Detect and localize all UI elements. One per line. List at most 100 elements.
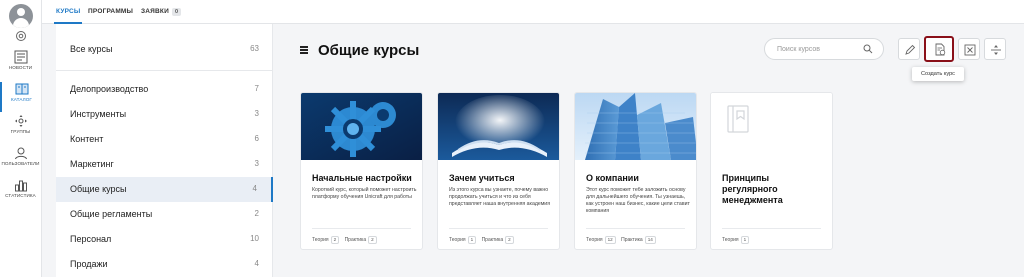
course-title: Зачем учиться	[449, 173, 515, 183]
theory-label: Теория	[722, 237, 739, 243]
nav-label: СТАТИСТИКА	[5, 193, 36, 198]
tab-programs[interactable]: ПРОГРАММЫ	[88, 8, 133, 15]
news-icon	[14, 50, 27, 64]
edit-button[interactable]	[898, 38, 920, 60]
pencil-icon	[905, 44, 916, 55]
divider	[586, 228, 685, 229]
statistics-icon	[14, 180, 27, 192]
practice-count: 2	[505, 236, 514, 244]
nav-label: НОВОСТИ	[8, 65, 33, 70]
category-name: Маркетинг	[70, 159, 114, 169]
theory-label: Теория	[449, 237, 466, 243]
category-item[interactable]: Продажи 4	[56, 252, 273, 277]
category-item[interactable]: Инструменты 3	[56, 102, 273, 127]
course-title: О компании	[586, 173, 639, 183]
settings-icon[interactable]	[15, 30, 27, 42]
theory-count: 12	[604, 236, 616, 244]
category-count: 2	[254, 209, 259, 218]
course-card[interactable]: Начальные настройки Короткий курс, котор…	[300, 92, 423, 250]
theory-count: 1	[467, 236, 477, 244]
tab-label: ПРОГРАММЫ	[88, 8, 134, 15]
app: НОВОСТИ КАТАЛОГ ГРУППЫ ПОЛЬЗОВАТЕЛИ СТАТ…	[0, 0, 1024, 277]
practice-label: Практика	[481, 237, 504, 243]
course-title: Принципы регулярного менеджмента	[722, 173, 783, 205]
category-name: Контент	[70, 134, 104, 144]
import-button[interactable]	[958, 38, 980, 60]
category-count: 7	[254, 84, 259, 93]
divider	[722, 228, 821, 229]
tab-requests[interactable]: ЗАЯВКИ 0	[141, 8, 182, 16]
nav-item-news[interactable]: НОВОСТИ	[0, 50, 41, 80]
category-item[interactable]: Общие регламенты 2	[56, 202, 273, 227]
divider	[449, 228, 548, 229]
nav-label: ГРУППЫ	[10, 129, 31, 134]
users-icon	[14, 147, 27, 160]
avatar[interactable]	[9, 4, 33, 28]
category-count: 3	[254, 109, 259, 118]
course-image-placeholder	[711, 93, 832, 160]
top-tabs: КУРСЫ ПРОГРАММЫ ЗАЯВКИ 0	[42, 0, 1024, 24]
category-name: Делопроизводство	[70, 84, 149, 94]
excel-icon	[964, 44, 976, 56]
course-title: Начальные настройки	[312, 173, 412, 183]
category-item-selected[interactable]: Общие курсы 4	[56, 177, 273, 202]
category-name: Инструменты	[70, 109, 127, 119]
course-meta: Теория 1	[722, 236, 753, 244]
category-name: Продажи	[70, 259, 108, 269]
category-count: 63	[250, 44, 259, 53]
catalog-icon	[15, 83, 28, 95]
category-name: Общие регламенты	[70, 209, 153, 219]
search-input[interactable]	[777, 44, 857, 55]
course-meta: Теория 2 Практика 2	[312, 236, 381, 244]
search-box	[764, 38, 884, 60]
practice-label: Практика	[621, 237, 643, 243]
sort-arrows-icon	[991, 45, 1001, 55]
category-name: Общие курсы	[70, 184, 127, 194]
course-card[interactable]: Зачем учиться Из этого курса вы узнаете,…	[437, 92, 560, 250]
course-image	[575, 93, 696, 160]
menu-icon[interactable]	[300, 46, 308, 54]
theory-count: 1	[740, 236, 750, 244]
tab-label: ЗАЯВКИ	[141, 8, 169, 15]
category-list: Все курсы 63 Делопроизводство 7 Инструме…	[56, 24, 273, 277]
nav-label: КАТАЛОГ	[11, 97, 32, 102]
category-name: Персонал	[70, 234, 112, 244]
nav-item-users[interactable]: ПОЛЬЗОВАТЕЛИ	[0, 146, 41, 176]
search-icon[interactable]	[863, 44, 873, 54]
category-item[interactable]: Маркетинг 3	[56, 152, 273, 177]
practice-count: 14	[644, 236, 656, 244]
category-item[interactable]: Делопроизводство 7	[56, 77, 273, 102]
category-item[interactable]: Контент 6	[56, 127, 273, 152]
course-description: Из этого курса вы узнаете, почему важно …	[449, 187, 551, 207]
category-count: 10	[250, 234, 259, 243]
category-count: 3	[254, 159, 259, 168]
groups-icon	[14, 115, 27, 127]
practice-label: Практика	[344, 237, 367, 243]
course-meta: Теория 1 Практика 2	[449, 236, 518, 244]
left-nav: НОВОСТИ КАТАЛОГ ГРУППЫ ПОЛЬЗОВАТЕЛИ СТАТ…	[0, 0, 42, 277]
add-document-icon	[935, 43, 946, 56]
course-card[interactable]: О компании Этот курс поможет тебе заложи…	[574, 92, 697, 250]
category-item[interactable]: Персонал 10	[56, 227, 273, 252]
course-meta: Теория 12 Практика 14	[586, 236, 660, 244]
theory-count: 2	[330, 236, 340, 244]
nav-item-statistics[interactable]: СТАТИСТИКА	[0, 178, 41, 208]
course-image	[438, 93, 559, 160]
tab-courses[interactable]: КУРСЫ	[53, 8, 83, 24]
practice-count: 2	[368, 236, 377, 244]
create-course-button[interactable]	[924, 36, 954, 62]
category-count: 4	[252, 184, 257, 193]
nav-label: ПОЛЬЗОВАТЕЛИ	[1, 161, 40, 166]
course-card[interactable]: Принципы регулярного менеджмента Теория 1	[710, 92, 833, 250]
course-description: Этот курс поможет тебе заложить основу д…	[586, 187, 690, 214]
tab-label: КУРСЫ	[56, 8, 81, 15]
category-count: 6	[254, 134, 259, 143]
course-image	[301, 93, 422, 160]
nav-item-catalog[interactable]: КАТАЛОГ	[0, 82, 41, 112]
category-item[interactable]: Все курсы 63	[56, 37, 273, 62]
category-divider	[56, 70, 273, 71]
course-description: Короткий курс, который поможет настроить…	[312, 187, 417, 200]
nav-item-groups[interactable]: ГРУППЫ	[0, 114, 41, 144]
category-count: 4	[254, 259, 259, 268]
sort-button[interactable]	[984, 38, 1006, 60]
